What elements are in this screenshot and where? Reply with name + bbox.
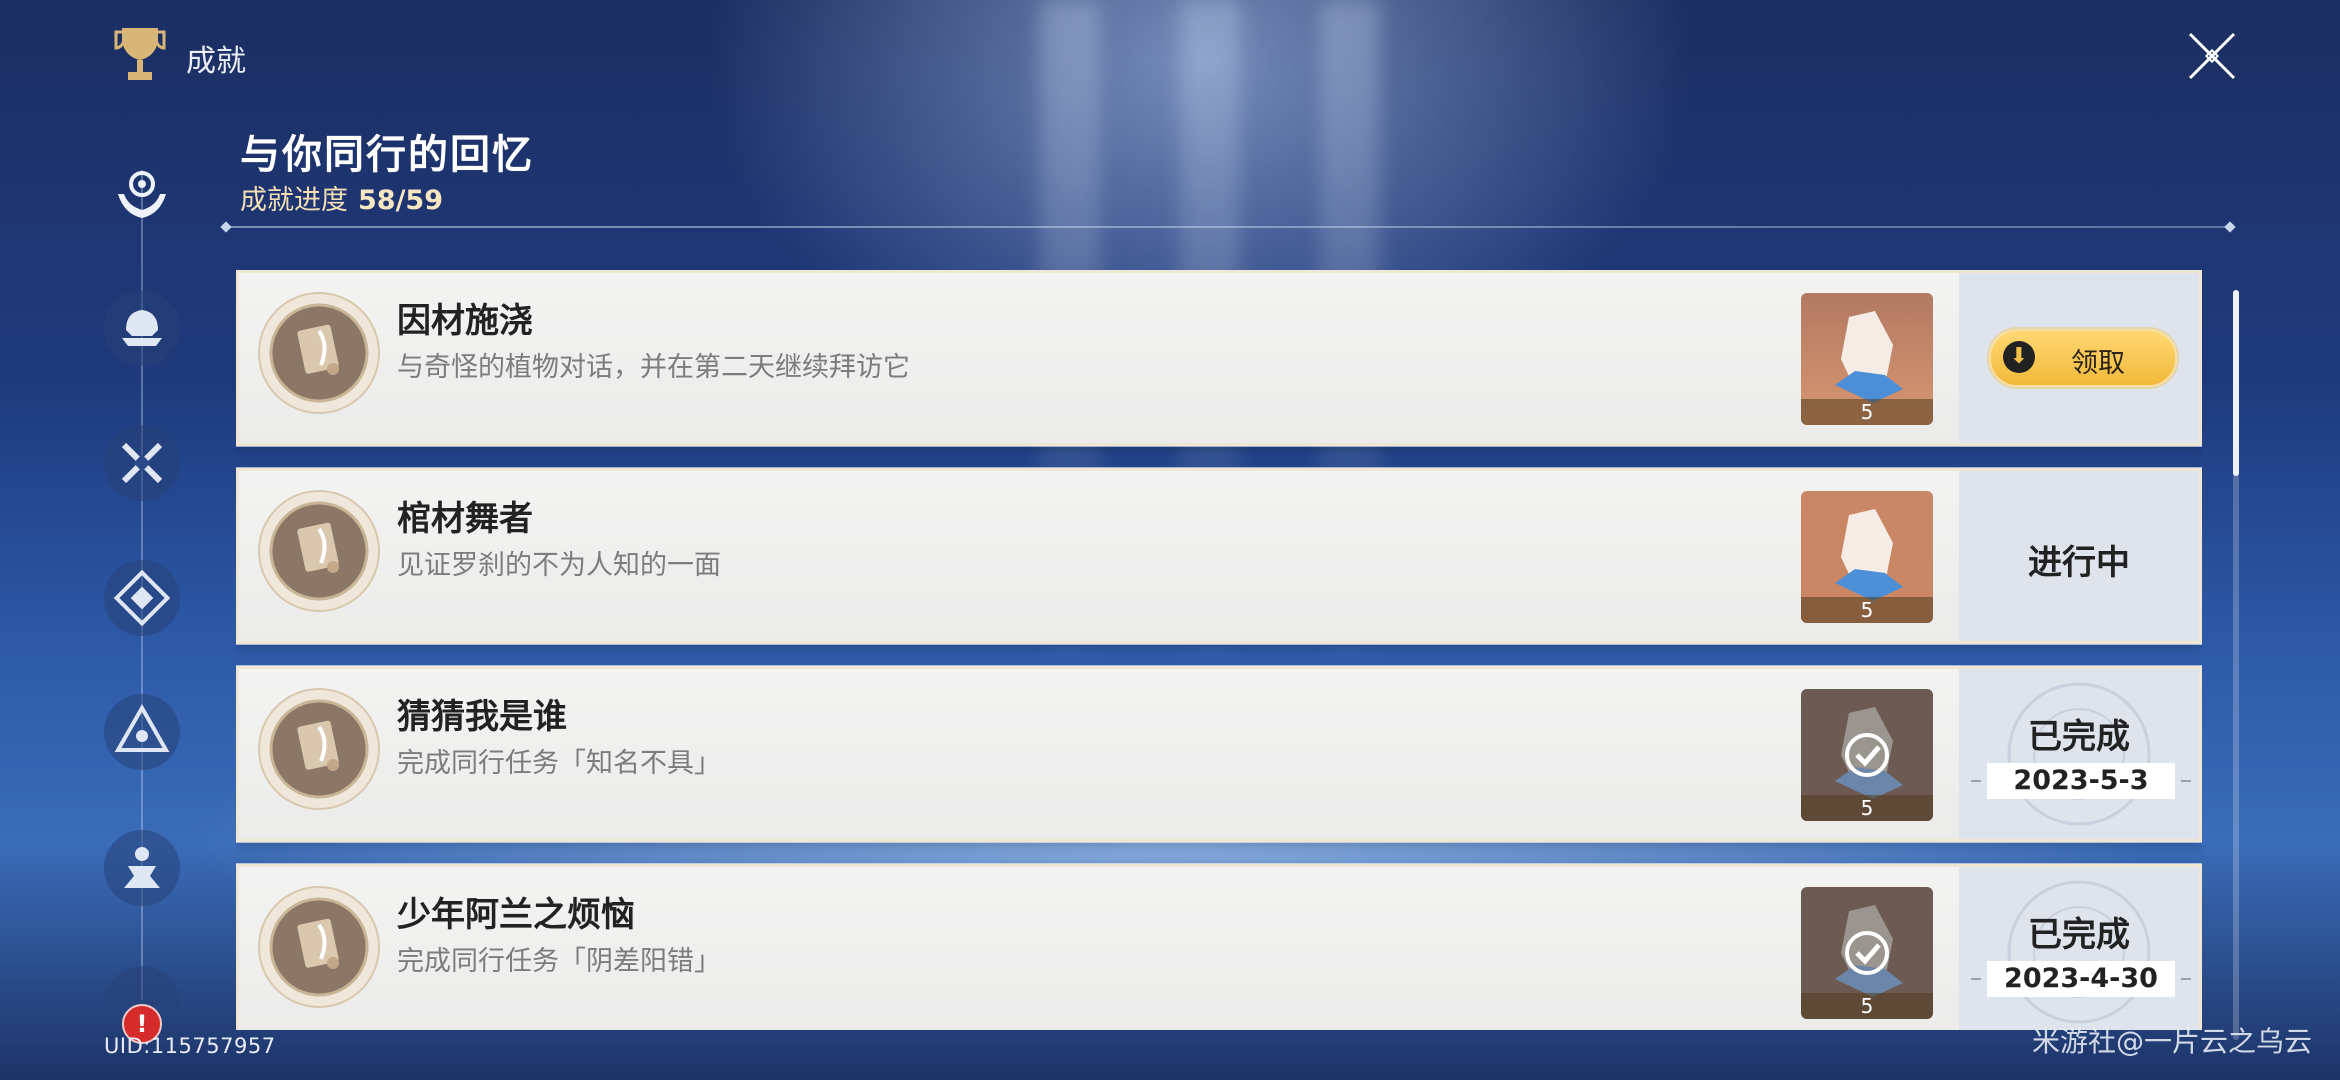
reward-count: 5: [1801, 993, 1933, 1019]
claim-button[interactable]: ⬇ 领取: [1989, 329, 2177, 387]
sidebar-item-4[interactable]: [104, 560, 180, 636]
achievement-status-panel: ⬇ 领取: [1959, 273, 2199, 443]
claim-label: 领取: [2071, 348, 2125, 379]
achievement-title: 因材施浇: [397, 301, 533, 341]
progress-label: 成就进度: [240, 185, 348, 216]
achievement-status-panel: 已完成 2023-5-3: [1959, 669, 2199, 839]
achievement-card[interactable]: 少年阿兰之烦恼 完成同行任务「阴差阳错」 5 已完成 2023-4-30: [236, 864, 2202, 1030]
list-scrollbar[interactable]: [2233, 290, 2239, 1040]
status-completed: 已完成: [2028, 915, 2130, 955]
diamond-emblem-icon: [113, 569, 171, 627]
sidebar-item-6[interactable]: [104, 830, 180, 906]
completion-date: 2023-5-3: [1971, 763, 2191, 799]
achievement-status-panel: 已完成 2023-4-30: [1959, 867, 2199, 1030]
achievement-description: 见证罗刹的不为人知的一面: [397, 550, 721, 581]
scrollbar-thumb[interactable]: [2233, 290, 2239, 476]
header-divider: [228, 226, 2228, 228]
achievement-description: 与奇怪的植物对话，并在第二天继续拜访它: [397, 352, 910, 383]
achievement-list[interactable]: 因材施浇 与奇怪的植物对话，并在第二天继续拜访它 5 ⬇ 领取 棺材舞者 见证罗…: [236, 270, 2202, 1030]
completion-date: 2023-4-30: [1971, 961, 2191, 997]
hands-gear-icon: [118, 171, 166, 218]
achievement-badge-icon: [258, 886, 380, 1008]
watermark: 米游社@一片云之乌云: [2031, 1025, 2312, 1058]
status-completed: 已完成: [2028, 717, 2130, 757]
achievement-badge-icon: [258, 490, 380, 612]
sidebar-item-3[interactable]: [104, 425, 180, 501]
page-title: 与你同行的回忆: [240, 132, 534, 178]
achievement-title: 猜猜我是谁: [397, 697, 567, 737]
progress-value: 58/59: [358, 185, 444, 216]
crossed-weapons-icon: [121, 442, 163, 484]
achievement-description: 完成同行任务「知名不具」: [397, 748, 721, 779]
reward-item[interactable]: 5: [1801, 689, 1933, 821]
trophy-icon: [112, 22, 168, 86]
reward-count: 5: [1801, 597, 1933, 623]
achievement-badge-icon: [258, 688, 380, 810]
reward-count: 5: [1801, 795, 1933, 821]
achievement-description: 完成同行任务「阴差阳错」: [397, 946, 721, 977]
achievement-title: 少年阿兰之烦恼: [397, 895, 635, 935]
sidebar-item-companion[interactable]: [104, 154, 180, 230]
achievement-badge-icon: [258, 292, 380, 414]
achievement-card[interactable]: 猜猜我是谁 完成同行任务「知名不具」 5 已完成 2023-5-3: [236, 666, 2202, 842]
close-icon: [2188, 32, 2236, 80]
sidebar-item-2[interactable]: [104, 290, 180, 366]
triangle-emblem-icon: [114, 703, 170, 752]
achievement-status-panel: 进行中: [1959, 471, 2199, 641]
status-in-progress: 进行中: [2028, 543, 2130, 583]
reward-count: 5: [1801, 399, 1933, 425]
figure-emblem-icon: [124, 847, 160, 888]
achievement-card[interactable]: 棺材舞者 见证罗刹的不为人知的一面 5 进行中: [236, 468, 2202, 644]
reward-item[interactable]: 5: [1801, 491, 1933, 623]
achievement-progress: 成就进度 58/59: [240, 178, 443, 217]
helmet-icon: [122, 310, 162, 346]
reward-item[interactable]: 5: [1801, 887, 1933, 1019]
sidebar-item-5[interactable]: [104, 694, 180, 770]
download-icon: ⬇: [2003, 341, 2035, 373]
achievement-card[interactable]: 因材施浇 与奇怪的植物对话，并在第二天继续拜访它 5 ⬇ 领取: [236, 270, 2202, 446]
reward-item[interactable]: 5: [1801, 293, 1933, 425]
achievement-title: 棺材舞者: [397, 499, 533, 539]
section-title: 成就: [186, 44, 246, 79]
uid-label: UID:115757957: [104, 1034, 276, 1058]
sidebar-item-7[interactable]: [104, 966, 180, 1006]
close-button[interactable]: [2186, 30, 2238, 82]
